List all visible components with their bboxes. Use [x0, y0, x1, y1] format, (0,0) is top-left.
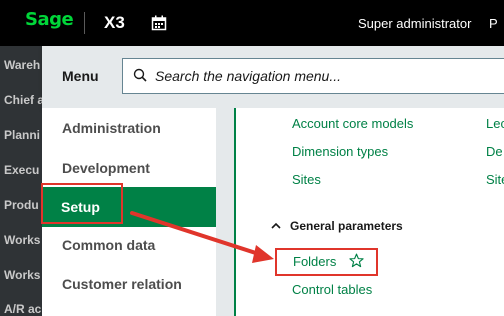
background-navigation: Wareh Chief a Planni Execu Produ Works W…: [0, 46, 44, 316]
top-bar: Sage X3 Super administrator P: [0, 0, 504, 46]
link-control-tables[interactable]: Control tables: [292, 282, 372, 297]
search-icon: [133, 68, 147, 87]
highlight-setup: [41, 183, 123, 224]
background-item[interactable]: A/R ac: [4, 302, 41, 316]
link-account-core-models[interactable]: Account core models: [292, 116, 413, 131]
background-item[interactable]: Produ: [4, 198, 39, 212]
background-item[interactable]: Works: [4, 233, 40, 247]
link-sites[interactable]: Sites: [292, 172, 321, 187]
menu-header: Menu: [42, 46, 504, 108]
panel-divider: [216, 108, 234, 316]
product-name: X3: [104, 13, 125, 32]
background-item[interactable]: Planni: [4, 128, 40, 142]
link-partial-1[interactable]: Lec: [486, 116, 504, 131]
link-partial-2[interactable]: De: [486, 144, 503, 159]
logo-divider: [84, 12, 85, 34]
background-item[interactable]: Chief a: [4, 93, 44, 107]
user-menu-partial[interactable]: P: [489, 16, 498, 31]
link-partial-3[interactable]: Site: [486, 172, 504, 187]
nav-item-customer-relation[interactable]: Customer relation: [62, 276, 182, 292]
search-input[interactable]: [155, 66, 495, 86]
user-role[interactable]: Super administrator: [358, 16, 471, 31]
nav-item-administration[interactable]: Administration: [62, 120, 161, 136]
link-dimension-types[interactable]: Dimension types: [292, 144, 388, 159]
nav-item-development[interactable]: Development: [62, 160, 150, 176]
section-general-parameters[interactable]: General parameters: [290, 219, 403, 233]
sage-logo[interactable]: Sage: [25, 9, 74, 30]
search-box[interactable]: [122, 58, 504, 94]
background-item[interactable]: Execu: [4, 163, 39, 177]
background-item[interactable]: Works: [4, 268, 40, 282]
nav-item-common-data[interactable]: Common data: [62, 237, 155, 253]
highlight-folders: [275, 248, 378, 276]
calendar-icon[interactable]: [151, 15, 167, 36]
background-item[interactable]: Wareh: [4, 58, 40, 72]
menu-title: Menu: [62, 68, 99, 84]
chevron-up-icon[interactable]: [270, 219, 282, 237]
